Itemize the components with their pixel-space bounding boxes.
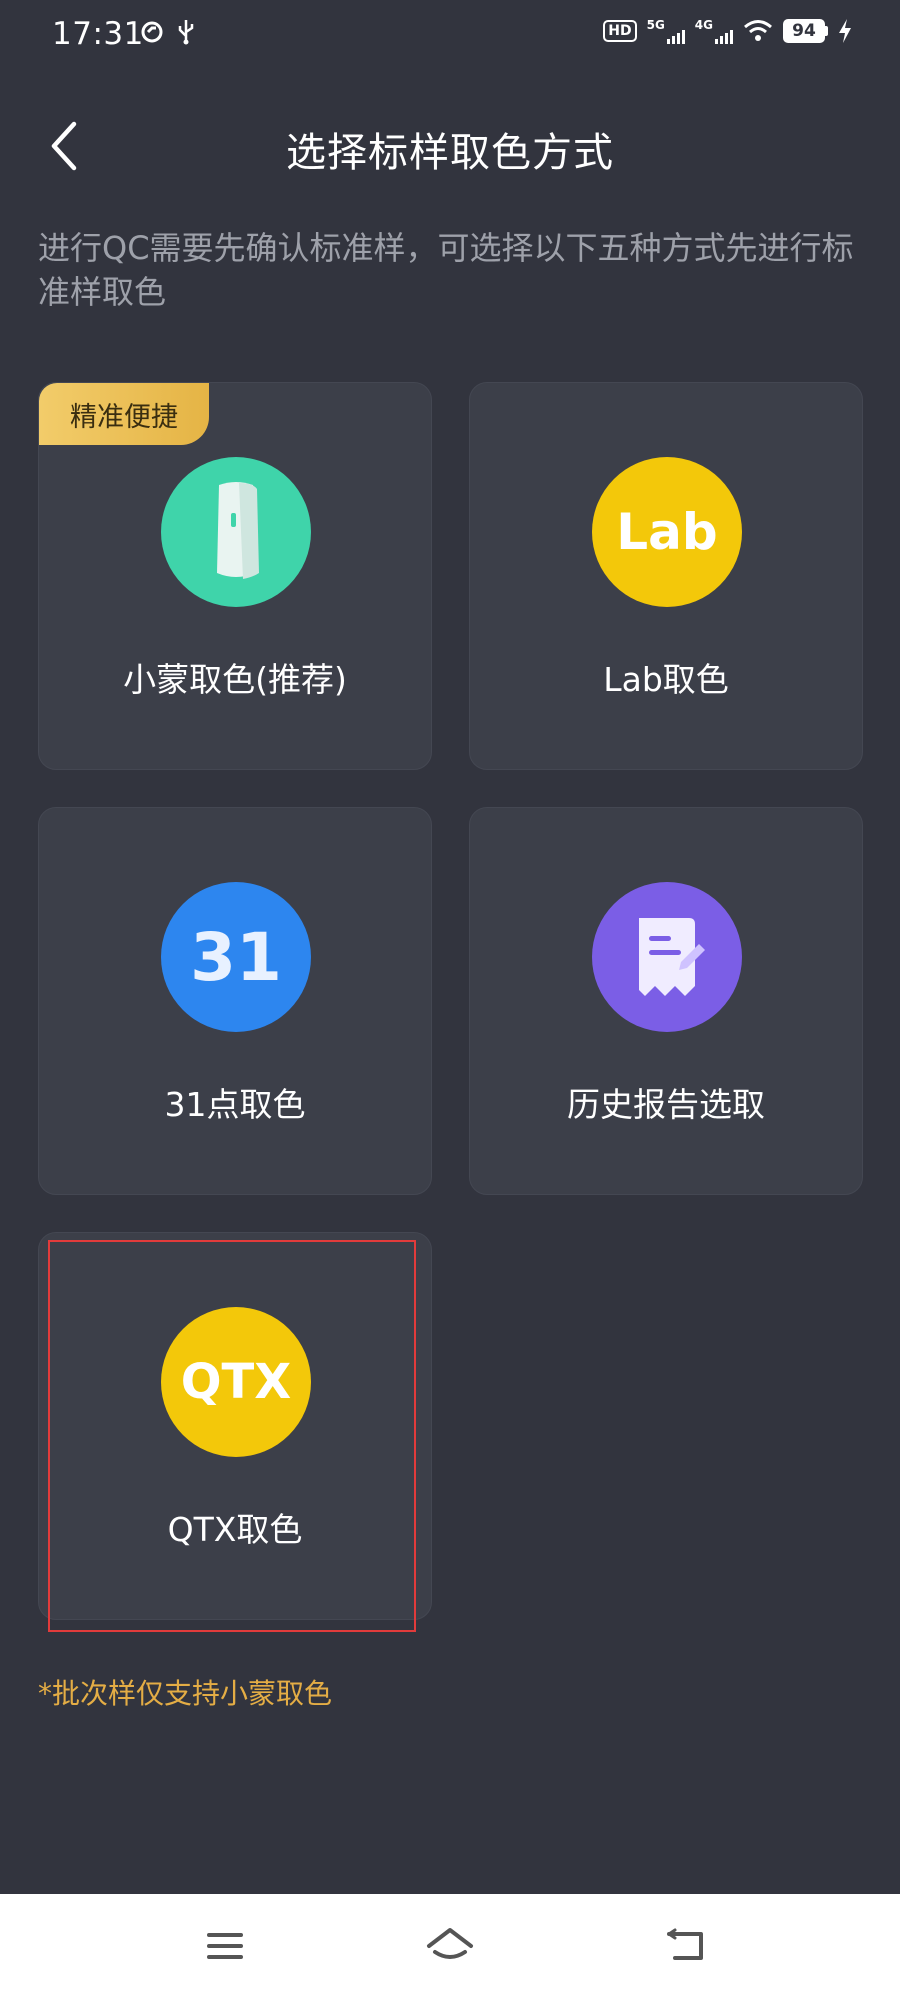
selection-highlight: [48, 1240, 416, 1632]
signal-5g-icon: 5G: [647, 18, 685, 44]
page-title: 选择标样取色方式: [286, 130, 614, 176]
lab-icon: Lab: [592, 457, 742, 607]
card-label: Lab取色: [603, 660, 729, 699]
back-icon: [667, 1928, 703, 1960]
footnote: *批次样仅支持小蒙取色: [38, 1677, 333, 1710]
sync-icon: [141, 21, 163, 43]
menu-icon: [207, 1933, 243, 1959]
home-icon: [427, 1928, 473, 1959]
usb-icon: [178, 20, 194, 45]
hd-icon: HD: [603, 20, 637, 42]
status-time: 17:31: [52, 16, 144, 52]
card-xiaomeng-color[interactable]: 精准便捷 小蒙取色(推荐): [38, 382, 432, 770]
charging-icon: [839, 19, 851, 43]
battery-icon: 94: [783, 18, 828, 44]
back-nav-button[interactable]: [656, 1918, 716, 1974]
report-icon: [592, 882, 742, 1032]
home-button[interactable]: [420, 1918, 480, 1974]
card-label: 历史报告选取: [567, 1085, 765, 1124]
header: 选择标样取色方式: [0, 100, 900, 190]
status-bar: 17:31 HD 5G 4G 94: [0, 0, 900, 72]
device-icon: [161, 457, 311, 607]
card-31-point-color[interactable]: 31 31点取色: [38, 807, 432, 1195]
intro-text: 进行QC需要先确认标准样，可选择以下五种方式先进行标准样取色: [38, 229, 854, 311]
thirty-one-icon: 31: [161, 882, 311, 1032]
card-label: 小蒙取色(推荐): [123, 660, 347, 699]
card-label: 31点取色: [164, 1085, 306, 1124]
card-lab-color[interactable]: Lab Lab取色: [469, 382, 863, 770]
nav-bar: [0, 1894, 900, 2000]
recommend-badge: 精准便捷: [39, 383, 209, 445]
status-right-icons: HD 5G 4G 94: [603, 18, 852, 44]
signal-4g-icon: 4G: [695, 18, 733, 44]
status-left-icons: [140, 18, 196, 46]
card-history-report[interactable]: 历史报告选取: [469, 807, 863, 1195]
menu-button[interactable]: [195, 1918, 255, 1974]
wifi-icon: [744, 20, 772, 41]
